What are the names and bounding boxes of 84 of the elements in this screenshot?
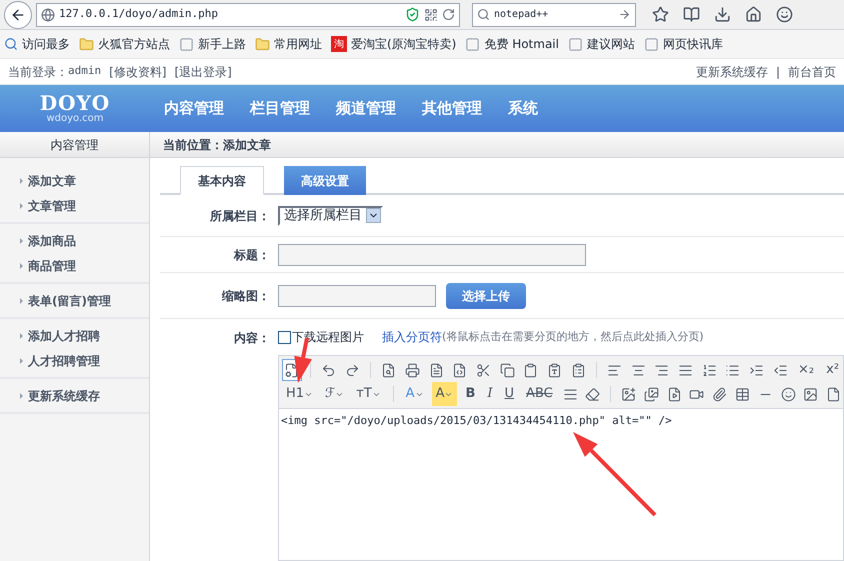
bullet-icon <box>20 392 23 398</box>
logo: DOYO <box>40 92 110 112</box>
login-label: 当前登录： <box>8 64 68 80</box>
go-arrow-icon[interactable] <box>618 8 631 21</box>
sidebar-link[interactable]: 添加人才招聘 <box>0 323 149 348</box>
address-bar[interactable]: 127.0.0.1/doyo/admin.php <box>36 2 460 26</box>
blank-page-icon <box>644 36 659 52</box>
account-link[interactable]: [修改资料] <box>109 62 166 80</box>
bullet-icon <box>20 238 23 244</box>
sidebar-link[interactable]: 文章管理 <box>0 193 149 218</box>
bullet-icon <box>20 178 23 184</box>
blank-page-icon <box>568 36 583 52</box>
blank-page-icon <box>465 36 480 52</box>
format-button[interactable]: I <box>483 382 497 406</box>
account-link[interactable]: [退出登录] <box>174 62 232 80</box>
top-link[interactable]: 前台首页 <box>788 62 836 80</box>
format-button[interactable]: ×₂ <box>794 358 818 382</box>
field-label: 内容： <box>233 330 271 347</box>
download-icon[interactable] <box>714 6 731 23</box>
tab[interactable]: 高级设置 <box>284 166 366 195</box>
field-label: 标题： <box>232 246 271 264</box>
field-label: 所属栏目： <box>209 208 271 224</box>
top-link[interactable]: 更新系统缓存 <box>696 62 768 80</box>
bookmark-link[interactable]: 新手上路 <box>198 35 246 53</box>
html-source-text: <img src="/doyo/uploads/2015/03/131434454110.php" alt="" /> <box>281 414 672 427</box>
link-separator: | <box>776 64 780 80</box>
category-select[interactable]: 选择所属栏目 <box>278 206 383 226</box>
thumbnail-input[interactable] <box>278 284 436 306</box>
format-button[interactable]: B <box>461 382 480 406</box>
format-button[interactable]: ABC <box>522 382 557 406</box>
bullet-icon <box>20 298 23 304</box>
upload-button[interactable]: 选择上传 <box>446 282 526 308</box>
smiley-icon[interactable] <box>776 6 793 23</box>
folder-icon <box>79 36 94 52</box>
search-icon <box>477 8 490 21</box>
sidebar-link[interactable]: 人才招聘管理 <box>0 348 149 373</box>
title-input[interactable] <box>278 244 586 266</box>
dropdown-button[interactable]: тT <box>352 382 385 406</box>
dropdown-button[interactable]: A <box>432 382 458 406</box>
shield-icon <box>405 7 420 22</box>
sidebar-link[interactable]: 表单(留言)管理 <box>0 288 149 313</box>
bullet-icon <box>20 358 23 364</box>
sidebar-title: 内容管理 <box>50 136 98 154</box>
search-text: notepad++ <box>494 8 550 22</box>
username: admin <box>68 63 102 80</box>
home-icon[interactable] <box>745 6 762 23</box>
bookmark-link[interactable]: 建议网站 <box>586 35 635 53</box>
search-folder-icon <box>4 37 18 51</box>
tab[interactable]: 基本内容 <box>180 166 264 195</box>
blank-page-icon <box>179 36 194 52</box>
bullet-icon <box>20 332 23 338</box>
reload-icon[interactable] <box>442 8 455 21</box>
bookmark-link[interactable]: 爱淘宝(原淘宝特卖) <box>351 35 456 53</box>
reading-list-icon[interactable] <box>683 6 700 23</box>
folder-icon <box>255 36 270 52</box>
bullet-icon <box>20 262 23 268</box>
sidebar-link[interactable]: 商品管理 <box>0 253 149 278</box>
editor-content[interactable]: <img src="/doyo/uploads/2015/03/131434454110.php" alt="" /> <box>279 409 843 560</box>
page-break-link[interactable]: 插入分页符 <box>382 328 442 346</box>
bookmark-link[interactable]: 常用网址 <box>274 35 322 53</box>
globe-icon <box>41 8 55 22</box>
qr-code-icon[interactable] <box>424 8 438 22</box>
sidebar-link[interactable]: 添加商品 <box>0 228 149 253</box>
breadcrumb: 当前位置：添加文章 <box>163 136 271 154</box>
checkbox[interactable] <box>278 330 291 344</box>
url-text: 127.0.0.1/doyo/admin.php <box>59 6 219 22</box>
bookmark-link[interactable]: 火狐官方站点 <box>98 35 170 53</box>
back-button[interactable] <box>4 0 32 28</box>
bullet-icon <box>20 202 23 208</box>
field-label: 缩略图： <box>220 288 271 304</box>
star-icon[interactable] <box>652 6 669 23</box>
format-button[interactable]: U <box>500 382 518 406</box>
format-button[interactable]: x² <box>822 358 844 382</box>
sidebar-link[interactable]: 更新系统缓存 <box>0 383 149 408</box>
sidebar-link[interactable]: 添加文章 <box>0 168 149 193</box>
search-field[interactable]: notepad++ <box>472 2 636 26</box>
dropdown-button[interactable]: H1 <box>282 382 318 406</box>
taobao-badge: 淘 <box>331 36 347 52</box>
bookmark-link[interactable]: 访问最多 <box>22 35 70 53</box>
logo-subtitle: wdoyo.com <box>46 112 104 124</box>
page-break-hint: (将鼠标点击在需要分页的地方，然后点此处插入分页) <box>442 328 704 345</box>
dropdown-button[interactable]: ℱ <box>321 382 348 406</box>
bookmark-link[interactable]: 免费 Hotmail <box>484 35 559 53</box>
bookmark-link[interactable]: 网页快讯库 <box>662 35 723 53</box>
